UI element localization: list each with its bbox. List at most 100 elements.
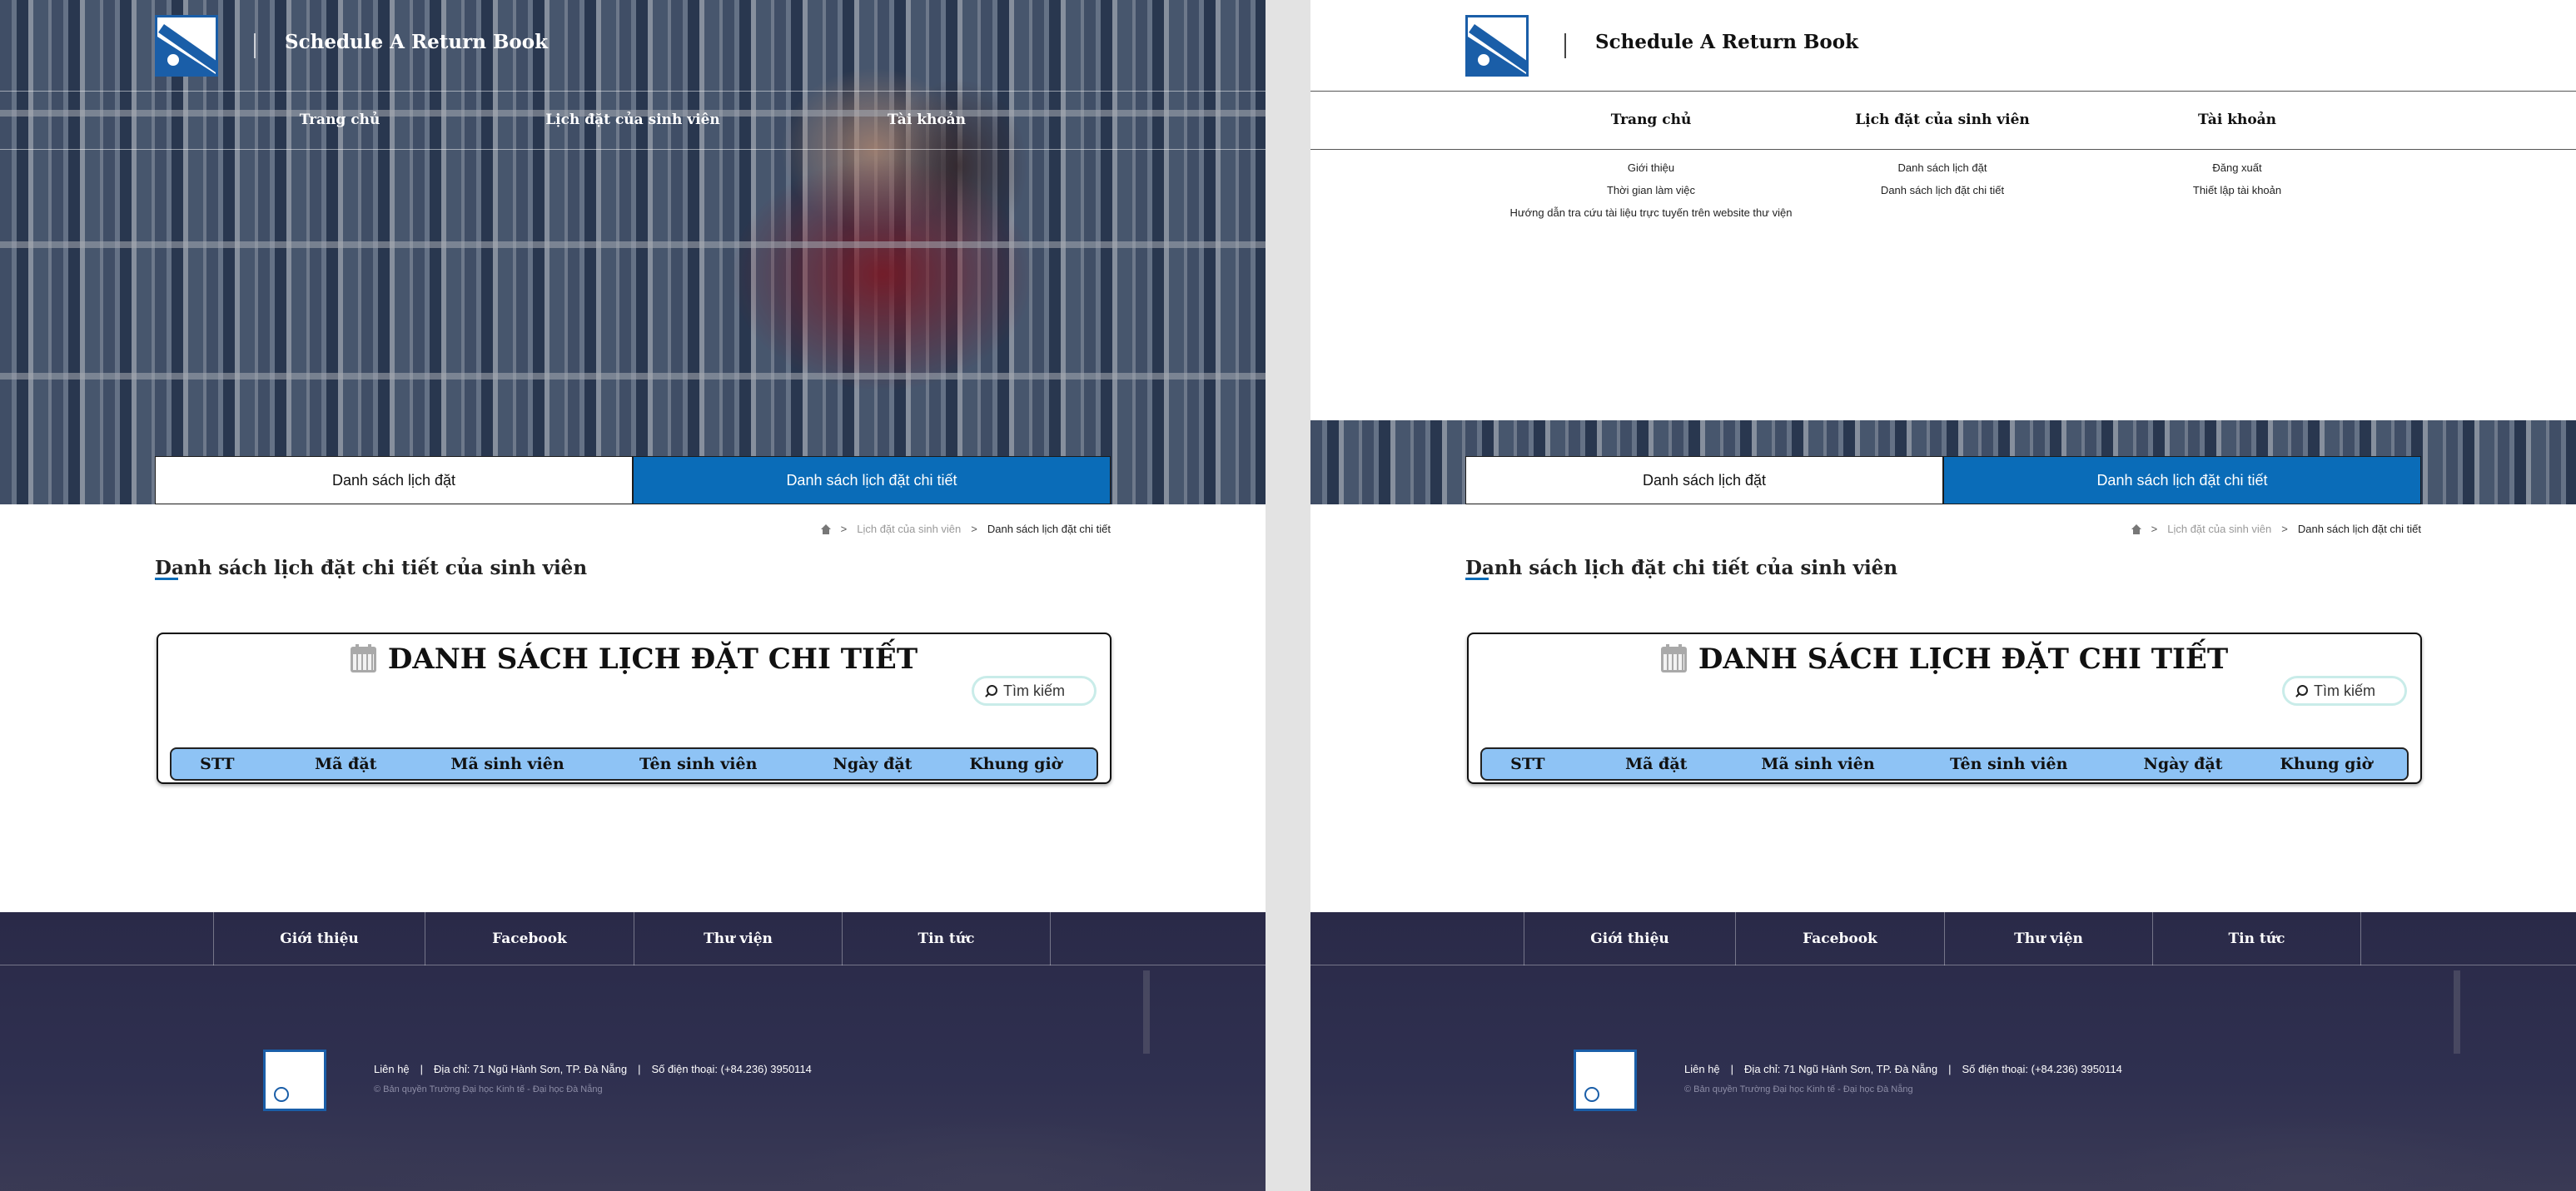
column-header-booking-code: Mã đặt (1625, 755, 1688, 773)
card-title: DANH SÁCH LỊCH ĐẶT CHI TIẾT (387, 643, 918, 676)
nav-account[interactable]: Tài khoản (2198, 112, 2276, 128)
home-icon[interactable] (2131, 524, 2141, 534)
main-nav: Trang chủ Lịch đặt của sinh viên Tài kho… (0, 92, 1266, 150)
footer-phone: Số điện thoại: (+84.236) 3950114 (1962, 1063, 2122, 1075)
search-box[interactable] (2282, 676, 2407, 706)
column-header-stt: STT (200, 755, 235, 773)
breadcrumb: > Lịch đặt của sinh viên > Danh sách lịc… (820, 523, 1111, 535)
search-box[interactable] (972, 676, 1097, 706)
title-underline (155, 578, 178, 580)
footer-nav: Giới thiệu Facebook Thư viện Tin tức (1310, 912, 2576, 965)
calendar-icon (1660, 643, 1687, 672)
submenu-item-about[interactable]: Giới thiệu (1510, 160, 1793, 182)
footer-address: Địa chỉ: 71 Ngũ Hành Sơn, TP. Đà Nẵng (1744, 1063, 1938, 1075)
footer-divider: | (638, 1063, 641, 1075)
footer-divider: | (420, 1063, 424, 1075)
footer-logo (1574, 1050, 1637, 1111)
schedule-detail-card: DANH SÁCH LỊCH ĐẶT CHI TIẾT STT Mã đặt M… (157, 633, 1111, 784)
footer-divider: | (1730, 1063, 1734, 1075)
search-icon[interactable] (2295, 684, 2308, 697)
card-header: DANH SÁCH LỊCH ĐẶT CHI TIẾT (1469, 643, 2420, 676)
footer-link-about[interactable]: Giới thiệu (1524, 912, 1735, 965)
column-header-student-name: Tên sinh viên (639, 755, 758, 773)
nav-home[interactable]: Trang chủ (300, 112, 380, 128)
submenu-item-account-settings[interactable]: Thiết lập tài khoản (2193, 182, 2281, 205)
footer-link-facebook[interactable]: Facebook (425, 912, 634, 965)
schedule-detail-card: DANH SÁCH LỊCH ĐẶT CHI TIẾT STT Mã đặt M… (1467, 633, 2422, 784)
breadcrumb-separator: > (840, 523, 848, 535)
header-divider (254, 33, 256, 58)
page-title: Danh sách lịch đặt chi tiết của sinh viê… (155, 557, 588, 579)
search-icon[interactable] (984, 684, 997, 697)
tab-schedule-detail[interactable]: Danh sách lịch đặt chi tiết (1943, 456, 2421, 504)
search-input[interactable] (2314, 682, 2397, 700)
breadcrumb-parent[interactable]: Lịch đặt của sinh viên (857, 523, 961, 535)
column-header-student-name: Tên sinh viên (1950, 755, 2068, 773)
footer-copyright: © Bản quyền Trường Đại học Kinh tế - Đại… (1684, 1084, 1913, 1094)
submenu-home: Giới thiệu Thời gian làm việc Hướng dẫn … (1510, 160, 1793, 227)
footer-address: Địa chỉ: 71 Ngũ Hành Sơn, TP. Đà Nẵng (434, 1063, 628, 1075)
footer-link-library[interactable]: Thư viện (634, 912, 842, 965)
nav-account[interactable]: Tài khoản (888, 112, 966, 128)
schedule-tabs: Danh sách lịch đặt Danh sách lịch đặt ch… (155, 456, 1111, 504)
footer: Giới thiệu Facebook Thư viện Tin tức Liê… (0, 912, 1266, 1191)
column-header-time-slot: Khung giờ (969, 755, 1062, 773)
submenu-item-search-guide[interactable]: Hướng dẫn tra cứu tài liệu trực tuyến tr… (1510, 205, 1793, 227)
card-header: DANH SÁCH LỊCH ĐẶT CHI TIẾT (158, 643, 1110, 676)
home-icon[interactable] (820, 524, 831, 534)
footer-link-facebook[interactable]: Facebook (1735, 912, 1944, 965)
column-header-stt: STT (1510, 755, 1545, 773)
footer-phone: Số điện thoại: (+84.236) 3950114 (651, 1063, 812, 1075)
page-panel-menu-open: Schedule A Return Book Trang chủ Lịch đặ… (1310, 0, 2576, 1191)
breadcrumb-separator: > (2151, 523, 2158, 535)
university-logo[interactable] (155, 15, 218, 77)
footer-link-news[interactable]: Tin tức (2152, 912, 2360, 965)
submenu-account: Đăng xuất Thiết lập tài khoản (2193, 160, 2281, 205)
title-underline (1465, 578, 1489, 580)
column-header-booking-date: Ngày đặt (2143, 755, 2223, 773)
site-title[interactable]: Schedule A Return Book (285, 31, 548, 53)
table-header: STT Mã đặt Mã sinh viên Tên sinh viên Ng… (170, 747, 1098, 781)
footer-divider: | (1948, 1063, 1952, 1075)
tab-schedule-list[interactable]: Danh sách lịch đặt (1465, 456, 1943, 504)
tab-schedule-detail[interactable]: Danh sách lịch đặt chi tiết (633, 456, 1111, 504)
footer-link-news[interactable]: Tin tức (842, 912, 1050, 965)
footer-contact-label: Liên hệ (1684, 1063, 1720, 1075)
tab-schedule-list[interactable]: Danh sách lịch đặt (155, 456, 633, 504)
footer-contact-info: Liên hệ | Địa chỉ: 71 Ngũ Hành Sơn, TP. Đà… (374, 1063, 812, 1075)
card-title: DANH SÁCH LỊCH ĐẶT CHI TIẾT (1698, 643, 2229, 676)
schedule-tabs: Danh sách lịch đặt Danh sách lịch đặt ch… (1465, 456, 2421, 504)
column-header-booking-date: Ngày đặt (833, 755, 913, 773)
nav-schedule[interactable]: Lịch đặt của sinh viên (545, 112, 720, 128)
submenu-schedule: Danh sách lịch đặt Danh sách lịch đặt ch… (1881, 160, 2004, 205)
breadcrumb-current: Danh sách lịch đặt chi tiết (987, 523, 1111, 535)
nav-schedule[interactable]: Lịch đặt của sinh viên (1855, 112, 2030, 128)
site-title[interactable]: Schedule A Return Book (1595, 31, 1858, 53)
page-panel-default: Schedule A Return Book Trang chủ Lịch đặ… (0, 0, 1266, 1191)
footer-nav: Giới thiệu Facebook Thư viện Tin tức (0, 912, 1266, 965)
breadcrumb-parent[interactable]: Lịch đặt của sinh viên (2167, 523, 2271, 535)
university-logo[interactable] (1465, 15, 1529, 77)
header-divider (1564, 33, 1566, 58)
main-nav: Trang chủ Lịch đặt của sinh viên Tài kho… (1310, 92, 2576, 150)
footer-link-about[interactable]: Giới thiệu (213, 912, 425, 965)
breadcrumb: > Lịch đặt của sinh viên > Danh sách lịc… (2131, 523, 2421, 535)
breadcrumb-separator: > (2281, 523, 2288, 535)
page-title: Danh sách lịch đặt chi tiết của sinh viê… (1465, 557, 1898, 579)
table-header: STT Mã đặt Mã sinh viên Tên sinh viên Ng… (1480, 747, 2409, 781)
column-header-booking-code: Mã đặt (315, 755, 377, 773)
footer-nav-end-divider (1050, 912, 1051, 965)
header: Schedule A Return Book (1310, 0, 2576, 92)
submenu-item-logout[interactable]: Đăng xuất (2193, 160, 2281, 182)
column-header-time-slot: Khung giờ (2280, 755, 2373, 773)
footer-tower-silhouette (1143, 970, 1150, 1054)
column-header-student-id: Mã sinh viên (450, 755, 564, 773)
calendar-icon (350, 643, 376, 672)
search-input[interactable] (1003, 682, 1087, 700)
footer-link-library[interactable]: Thư viện (1944, 912, 2152, 965)
submenu-item-schedule-list[interactable]: Danh sách lịch đặt (1881, 160, 2004, 182)
submenu-item-working-hours[interactable]: Thời gian làm việc (1510, 182, 1793, 205)
nav-home[interactable]: Trang chủ (1611, 112, 1692, 128)
submenu-item-schedule-detail[interactable]: Danh sách lịch đặt chi tiết (1881, 182, 2004, 205)
breadcrumb-separator: > (971, 523, 977, 535)
